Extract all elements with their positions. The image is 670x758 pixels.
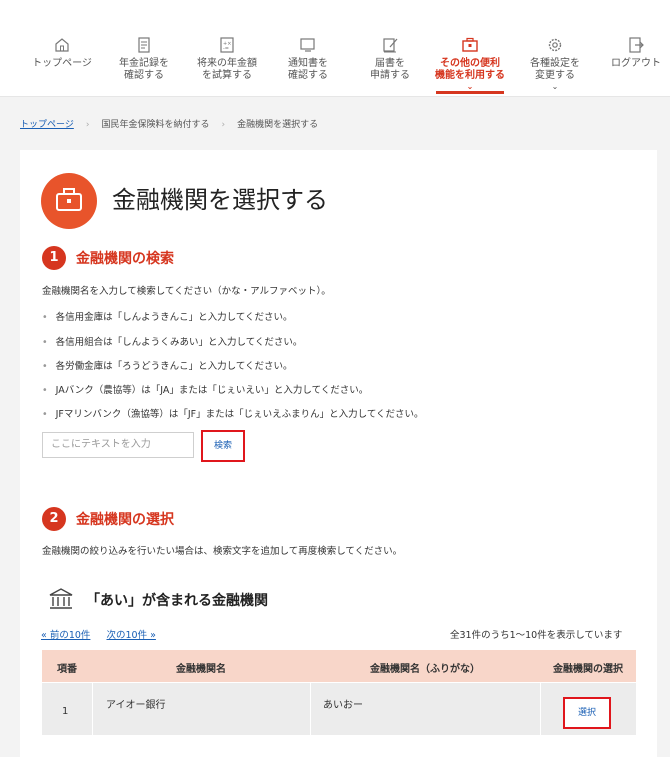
column-header-bank-kana: 金融機関名（ふりがな） [370, 664, 480, 675]
top-nav: トップページ 年金記録を 確認する +× -= 将来の年金額 を試算する 通知書を… [0, 0, 670, 97]
nav-pension-record[interactable]: 年金記録を 確認する [104, 36, 184, 92]
prev-page-link[interactable]: « 前の10件 [41, 630, 90, 641]
chevron-down-icon: ⌄ [551, 82, 559, 91]
column-header-select: 金融機関の選択 [553, 664, 623, 675]
cell-divider [540, 683, 541, 735]
list-item: 各信用金庫は「しんようきんこ」と入力してください。 [42, 309, 293, 323]
breadcrumb-mid: 国民年金保険料を納付する [101, 120, 210, 130]
search-input[interactable]: ここにテキストを入力 [42, 432, 194, 458]
results-title: 「あい」が含まれる金融機関 [86, 593, 268, 609]
result-count: 全31件のうち1～10件を表示しています [450, 630, 623, 641]
column-header-bank-name: 金融機関名 [176, 664, 226, 675]
calculator-icon: +×-= [220, 37, 234, 53]
nav-applications[interactable]: 届書を 申請する [350, 36, 430, 92]
select-bank-button[interactable]: 選択 [563, 697, 611, 729]
list-item: 各信用組合は「しんようくみあい」と入力してください。 [42, 334, 303, 348]
step-number-2: 2 [42, 507, 66, 531]
nav-settings[interactable]: 各種設定を 変更する ⌄ [515, 36, 595, 92]
step-number-1: 1 [42, 246, 66, 270]
list-item: JFマリンバンク（漁協等）は「JF」または「じぇいえふまりん」と入力してください… [42, 406, 424, 420]
section-title-search: 金融機関の検索 [76, 251, 174, 267]
cell-divider [310, 683, 311, 735]
section-title-select: 金融機関の選択 [76, 512, 174, 528]
search-instruction: 金融機関名を入力して検索してください（かな・アルファベット）。 [42, 286, 331, 297]
form-pen-icon [383, 38, 398, 53]
list-item: JAバンク（農協等）は「JA」または「じぇいえい」と入力してください。 [42, 382, 369, 396]
document-icon [138, 37, 150, 53]
next-page-link[interactable]: 次の10件 » [106, 630, 155, 641]
svg-text:-=: -= [223, 46, 229, 52]
nav-notices[interactable]: 通知書を 確認する [268, 36, 348, 92]
logout-icon [629, 37, 644, 53]
bank-icon [49, 588, 73, 609]
column-header-number: 項番 [57, 664, 77, 675]
breadcrumb-current: 金融機関を選択する [237, 120, 319, 130]
table-row: 1 アイオー銀行 あいおー [42, 683, 636, 735]
breadcrumb: トップページ › 国民年金保険料を納付する › 金融機関を選択する [20, 120, 319, 130]
cell-bank-name: アイオー銀行 [106, 700, 166, 711]
home-icon [55, 38, 69, 52]
toolbox-icon [41, 173, 97, 229]
nav-other-features[interactable]: その他の便利 機能を利用する ⌄ [430, 36, 510, 94]
cell-divider [92, 683, 93, 735]
gear-icon [548, 38, 562, 52]
nav-pension-estimate[interactable]: +× -= 将来の年金額 を試算する [187, 36, 267, 92]
nav-logout[interactable]: ログアウト [596, 36, 670, 92]
pager: « 前の10件 次の10件 » [41, 627, 156, 641]
cell-number: 1 [62, 706, 69, 717]
toolbox-icon [462, 37, 478, 52]
list-item: 各労働金庫は「ろうどうきんこ」と入力してください。 [42, 358, 293, 372]
monitor-icon [300, 38, 315, 52]
cell-bank-kana: あいおー [323, 700, 363, 711]
chevron-down-icon: ⌄ [466, 82, 474, 91]
page-title: 金融機関を選択する [112, 186, 328, 214]
breadcrumb-home-link[interactable]: トップページ [20, 120, 74, 130]
select-instruction: 金融機関の絞り込みを行いたい場合は、検索文字を追加して再度検索してください。 [42, 546, 403, 557]
search-button[interactable]: 検索 [201, 430, 245, 462]
table-header: 項番 金融機関名 金融機関名（ふりがな） 金融機関の選択 [42, 650, 636, 682]
nav-top-page[interactable]: トップページ [22, 36, 102, 92]
